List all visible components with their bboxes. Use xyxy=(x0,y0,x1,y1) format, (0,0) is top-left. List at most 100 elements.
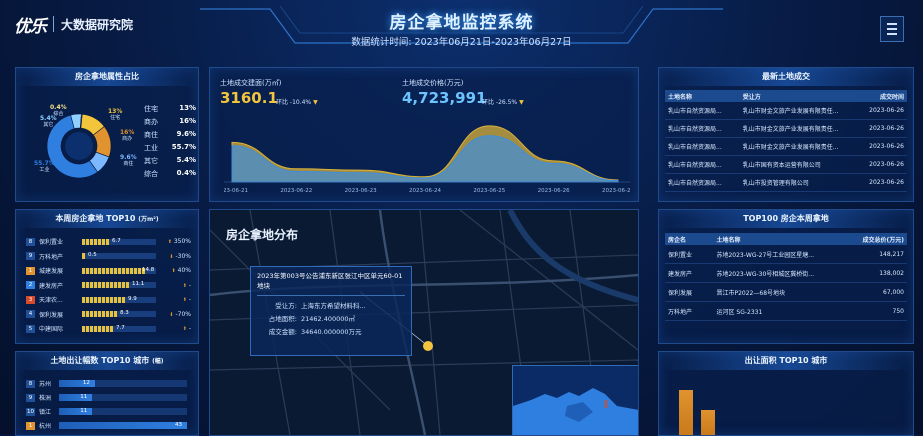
bar-segment xyxy=(118,267,121,274)
legend-value: 5.4% xyxy=(176,156,196,164)
x-tick-label: 2023-06-22 xyxy=(280,188,312,194)
company-value: 9.9 xyxy=(128,295,137,302)
bar-segment xyxy=(110,267,113,274)
value-bar: 11.1 xyxy=(82,281,156,288)
table-row[interactable]: 保利置业 苏地2023-WG-27号工业园区星塘... 148,217 xyxy=(665,245,907,264)
list-item[interactable]: 1 城建发展 14.8 ⬆ 40% xyxy=(26,266,191,275)
table-row[interactable]: 建发房产 苏地2023-WG-30号相城区冀桥街... 138,002 xyxy=(665,264,907,283)
change-value: ⬆ - xyxy=(183,325,191,332)
bar-segment xyxy=(102,296,105,303)
bar-segment xyxy=(102,311,105,317)
list-item[interactable]: 8 苏州 12 xyxy=(26,379,191,388)
company-value: 11.1 xyxy=(132,281,145,287)
list-item[interactable]: 1 杭州 43 xyxy=(26,421,191,430)
bar-segment xyxy=(134,267,137,274)
header: 优乐 大数据研究院 房企拿地监控系统 数据统计时间: 2023年06月21日-2… xyxy=(0,0,923,58)
table-cell: 乳山市自然资源局... xyxy=(668,144,722,151)
list-item[interactable]: 10 镇江 11 xyxy=(26,407,191,416)
table-row[interactable]: 乳山市自然资源局... 乳山市国有资本运营有限公司 2023-06-26 xyxy=(665,156,907,174)
value-bar-fill xyxy=(82,267,146,274)
company-value: 0.5 xyxy=(88,252,97,258)
bar-segment xyxy=(86,325,89,332)
col-price: 成交总价(万元) xyxy=(862,236,905,244)
bar-segment xyxy=(82,325,85,332)
bar-segment xyxy=(138,267,141,274)
area-change-text: 环比 -10.4% xyxy=(276,99,312,106)
company-name: 城建发展 xyxy=(39,268,64,275)
page-title: 房企拿地监控系统 xyxy=(389,13,534,33)
rank-badge: 8 xyxy=(26,379,35,388)
list-item[interactable]: 9 株洲 11 xyxy=(26,393,191,402)
table-row[interactable]: 乳山市自然资源局... 乳山市财金文旅产业发展有限责任... 2023-06-26 xyxy=(665,102,907,120)
x-tick-label: 2023-06-23 xyxy=(345,188,377,194)
table-row[interactable]: 乳山市自然资源局... 乳山市财金文旅产业发展有限责任... 2023-06-26 xyxy=(665,138,907,156)
donut-label-value: 55.7% xyxy=(34,160,55,167)
value-bar: 14.8 xyxy=(82,267,156,274)
bar-segment xyxy=(110,282,113,288)
col-buyer: 受让方 xyxy=(742,93,761,101)
attr-legend: 住宅 13% 商办 16% 商住 9.6% 工业 55.7% 其它 5.4% 综合 0.4% xyxy=(144,104,196,182)
table-cell: 建发房产 xyxy=(668,270,693,278)
legend-value: 16% xyxy=(179,117,196,125)
change-value: ⬆ - xyxy=(183,296,191,303)
bar-segment xyxy=(90,325,93,332)
table-cell: 乳山市自然资源局... xyxy=(668,180,722,187)
area-label: 土地成交建面(万㎡) xyxy=(220,79,282,87)
list-item[interactable]: 5 中建国际 7.7 ⬆ - xyxy=(26,324,191,333)
table-cell: 148,217 xyxy=(879,250,904,258)
bar-segment xyxy=(94,282,97,288)
donut-label-name: 其它 xyxy=(43,122,54,128)
menu-icon-line xyxy=(887,33,897,35)
latest-trades-title: 最新土地成交 xyxy=(659,68,913,86)
list-item[interactable]: 4 保利发展 8.3 ⬇ -70% xyxy=(26,310,191,319)
table-cell: 乳山市自然资源局... xyxy=(668,126,722,133)
bar-segment xyxy=(90,238,93,245)
company-name: 万科地产 xyxy=(39,253,64,261)
company-name: 天津农... xyxy=(39,297,63,304)
value-bar-fill xyxy=(59,422,187,429)
bar-segment xyxy=(106,325,109,332)
bar-segment xyxy=(86,311,89,317)
list-item[interactable]: 2 建发房产 11.1 ⬆ - xyxy=(26,281,191,290)
down-arrow-icon: ▼ xyxy=(313,99,318,106)
change-value: ⬆ - xyxy=(183,282,191,289)
bar-segment xyxy=(102,282,105,288)
table-row[interactable]: 万科地产 运河区 SG-2331 750 xyxy=(665,302,907,321)
bar-segment xyxy=(114,267,117,274)
company-name: 建发房产 xyxy=(39,282,64,290)
table-row[interactable]: 乳山市自然资源局... 乳山市投资管理有限公司 2023-06-26 xyxy=(665,174,907,192)
bar-segment xyxy=(82,311,85,317)
value-bar: 8.3 xyxy=(82,310,156,317)
price-change: 环比 -26.5% ▼ xyxy=(482,97,524,106)
donut-label-value: 13% xyxy=(108,108,123,115)
bar-segment xyxy=(94,311,97,317)
change-text: -70% xyxy=(173,310,191,318)
land-marker-icon[interactable] xyxy=(423,341,433,351)
bar-segment xyxy=(82,267,85,274)
area-value: 3160.1 xyxy=(220,89,278,107)
table-row[interactable]: 乳山市自然资源局... 乳山市财金文旅产业发展有限责任... 2023-06-26 xyxy=(665,120,907,138)
minimap-marker-icon xyxy=(605,400,607,408)
value-bar: 43 xyxy=(59,422,187,429)
top100-rows: 保利置业 苏地2023-WG-27号工业园区星塘... 148,217 建发房产 苏地2… xyxy=(665,245,907,321)
list-item[interactable]: 9 万科地产 0.5 ⬇ -30% xyxy=(26,252,191,261)
bar-segment xyxy=(98,325,101,332)
legend-item: 其它 5.4% xyxy=(144,156,196,169)
bar-segment xyxy=(118,282,121,288)
minimap[interactable] xyxy=(512,365,638,435)
price-value: 4,723,991 xyxy=(402,89,487,107)
col-land-name: 土地名称 xyxy=(668,93,693,101)
legend-item: 住宅 13% xyxy=(144,104,196,117)
bar-segment xyxy=(86,238,89,245)
rank-badge: 2 xyxy=(26,281,35,289)
menu-icon-line xyxy=(887,28,897,30)
change-value: ⬆ 40% xyxy=(172,267,191,274)
table-cell: 苏地2023-WG-30号相城区冀桥街... xyxy=(716,270,815,278)
menu-button[interactable] xyxy=(880,16,904,42)
table-row[interactable]: 保利发展 晋江市P2022—68号地块 67,000 xyxy=(665,283,907,302)
list-item[interactable]: 8 保利置业 6.7 ⬆ 350% xyxy=(26,237,191,246)
list-item[interactable]: 3 天津农... 9.9 ⬆ - xyxy=(26,295,191,304)
bar-segment xyxy=(94,296,97,303)
top10-company-panel: 本周房企拿地 TOP10 (万m²) 8 保利置业 6.7 ⬆ 350% 9 万科地产 0.… xyxy=(15,209,199,344)
city-unit: (幅) xyxy=(152,358,164,365)
